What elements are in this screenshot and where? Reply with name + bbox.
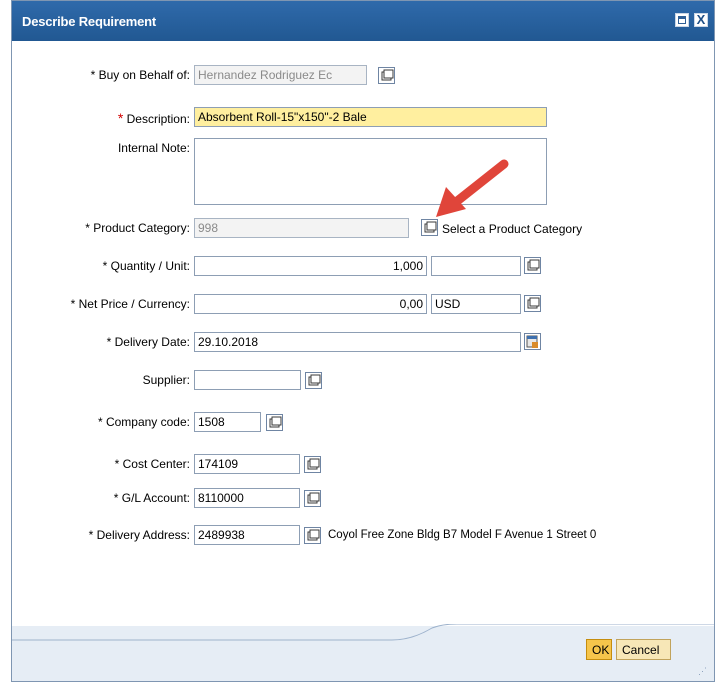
net-price-field[interactable]: 0,00	[194, 294, 427, 314]
supplier-field[interactable]	[194, 370, 301, 390]
resize-grip-icon[interactable]: ⋰	[698, 666, 707, 677]
delivery-date-field[interactable]: 29.10.2018	[194, 332, 521, 352]
product-category-field[interactable]: 998	[194, 218, 409, 238]
dialog-body: * Buy on Behalf of: Hernandez Rodriguez …	[12, 41, 714, 626]
delivery-address-label: * Delivery Address:	[88, 528, 190, 542]
window-maximize-icon[interactable]	[675, 13, 689, 27]
value-help-icon[interactable]	[304, 527, 321, 544]
delivery-address-hint: Coyol Free Zone Bldg B7 Model F Avenue 1…	[328, 529, 597, 541]
value-help-icon[interactable]	[524, 257, 541, 274]
value-help-icon[interactable]	[421, 219, 438, 236]
supplier-label: Supplier:	[142, 373, 190, 387]
product-category-hint: Select a Product Category	[442, 222, 583, 236]
cancel-button[interactable]: Cancel	[616, 639, 671, 660]
cost-center-label: * Cost Center:	[114, 457, 190, 471]
close-icon[interactable]: X	[694, 13, 708, 27]
calendar-icon[interactable]	[524, 333, 541, 350]
value-help-icon[interactable]	[305, 372, 322, 389]
dialog-title: Describe Requirement	[22, 14, 156, 29]
description-field[interactable]: Absorbent Roll-15"x150"-2 Bale	[194, 107, 547, 127]
internal-note-label: Internal Note:	[117, 141, 190, 155]
value-help-icon[interactable]	[304, 456, 321, 473]
dialog-footer: OK Cancel ⋰	[12, 624, 714, 681]
company-code-field[interactable]: 1508	[194, 412, 261, 432]
description-label-text: Description:	[123, 112, 190, 126]
value-help-icon[interactable]	[266, 414, 283, 431]
description-label: * Description:	[32, 110, 190, 126]
describe-requirement-dialog: Describe Requirement X * Buy on Behalf o…	[11, 0, 715, 682]
dialog-titlebar[interactable]: Describe Requirement X	[12, 1, 714, 41]
delivery-address-field[interactable]: 2489938	[194, 525, 300, 545]
delivery-date-label: * Delivery Date:	[106, 335, 190, 349]
value-help-icon[interactable]	[524, 295, 541, 312]
company-code-label: * Company code:	[97, 415, 190, 429]
buy-on-behalf-field[interactable]: Hernandez Rodriguez Ec	[194, 65, 367, 85]
net-price-currency-label: * Net Price / Currency:	[70, 297, 190, 311]
currency-field[interactable]: USD	[431, 294, 521, 314]
buy-on-behalf-label: * Buy on Behalf of:	[90, 68, 190, 82]
gl-account-field[interactable]: 8110000	[194, 488, 300, 508]
cost-center-field[interactable]: 174109	[194, 454, 300, 474]
ok-button[interactable]: OK	[586, 639, 612, 660]
quantity-unit-label: * Quantity / Unit:	[102, 259, 190, 273]
value-help-icon[interactable]	[304, 490, 321, 507]
quantity-field[interactable]: 1,000	[194, 256, 427, 276]
value-help-icon[interactable]	[378, 67, 395, 84]
product-category-label: * Product Category:	[85, 221, 190, 235]
annotation-arrow	[436, 159, 509, 217]
gl-account-label: * G/L Account:	[113, 491, 190, 505]
unit-field[interactable]	[431, 256, 521, 276]
